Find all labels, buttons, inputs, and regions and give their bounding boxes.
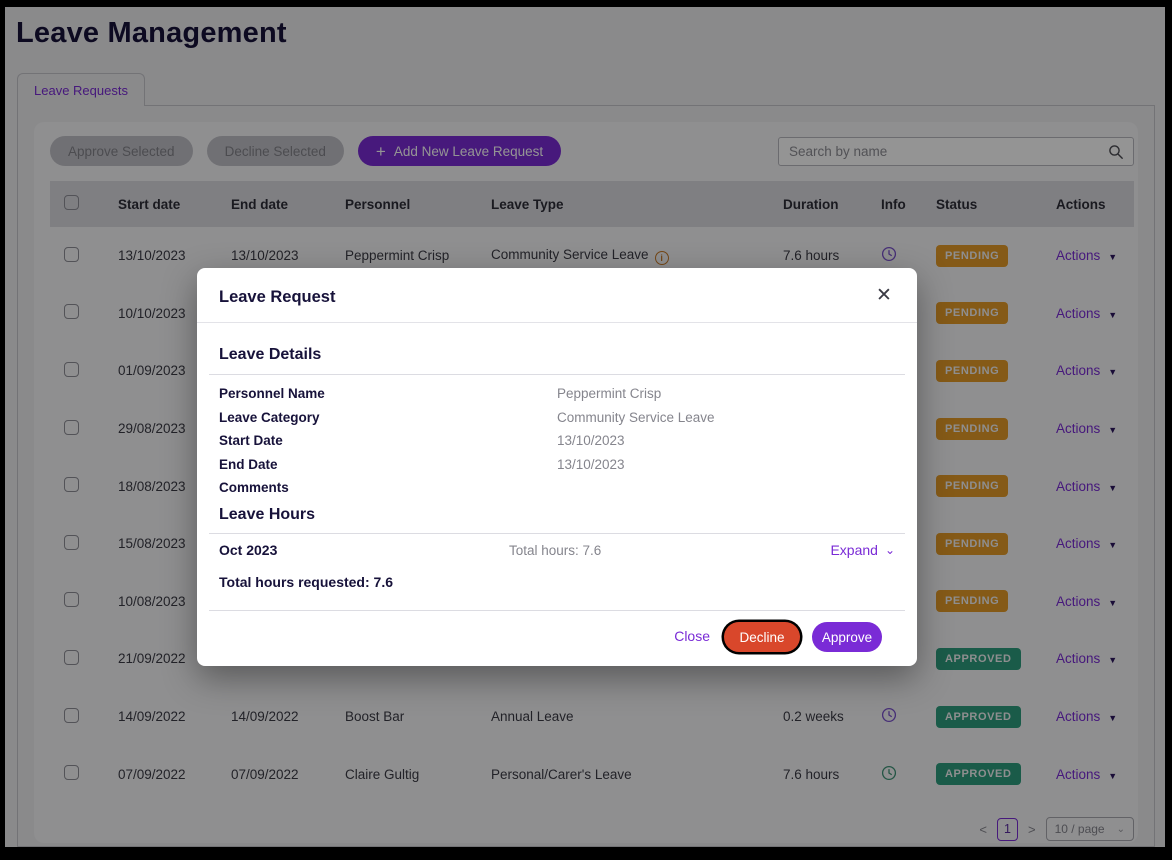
modal-field-row: Leave CategoryCommunity Service Leave (219, 406, 895, 430)
modal-header-divider (197, 322, 917, 323)
field-value: 13/10/2023 (557, 457, 625, 472)
modal-footer-divider (209, 610, 905, 611)
modal-field-row: Comments (219, 476, 895, 500)
leave-details-heading: Leave Details (219, 346, 321, 364)
expand-link[interactable]: Expand ⌄ (830, 542, 895, 558)
leave-details-divider (209, 374, 905, 375)
field-label: Leave Category (219, 410, 557, 425)
modal-fields: Personnel NamePeppermint CrispLeave Cate… (219, 382, 895, 500)
leave-hours-heading: Leave Hours (219, 506, 315, 524)
decline-button[interactable]: Decline (724, 622, 800, 652)
leave-hours-divider (209, 533, 905, 534)
approve-button[interactable]: Approve (812, 622, 882, 652)
hours-total: Total hours: 7.6 (509, 543, 601, 558)
hours-month: Oct 2023 (219, 542, 277, 558)
modal-footer: Close Decline Approve (197, 622, 917, 652)
leave-request-modal: Leave Request ✕ Leave Details Personnel … (197, 268, 917, 666)
leave-management-page: Leave Management Leave Requests Approve … (5, 7, 1165, 847)
total-hours-requested: Total hours requested: 7.6 (219, 574, 393, 590)
field-label: Comments (219, 480, 557, 495)
field-label: End Date (219, 457, 557, 472)
field-value: Community Service Leave (557, 410, 715, 425)
close-icon[interactable]: ✕ (871, 282, 897, 308)
field-value: Peppermint Crisp (557, 386, 661, 401)
modal-field-row: End Date13/10/2023 (219, 453, 895, 477)
modal-title: Leave Request (219, 288, 335, 307)
close-link[interactable]: Close (674, 628, 710, 644)
modal-field-row: Personnel NamePeppermint Crisp (219, 382, 895, 406)
modal-field-row: Start Date13/10/2023 (219, 429, 895, 453)
field-label: Start Date (219, 433, 557, 448)
expand-label: Expand (830, 542, 877, 558)
field-value: 13/10/2023 (557, 433, 625, 448)
field-label: Personnel Name (219, 386, 557, 401)
chevron-down-icon: ⌄ (885, 543, 895, 557)
